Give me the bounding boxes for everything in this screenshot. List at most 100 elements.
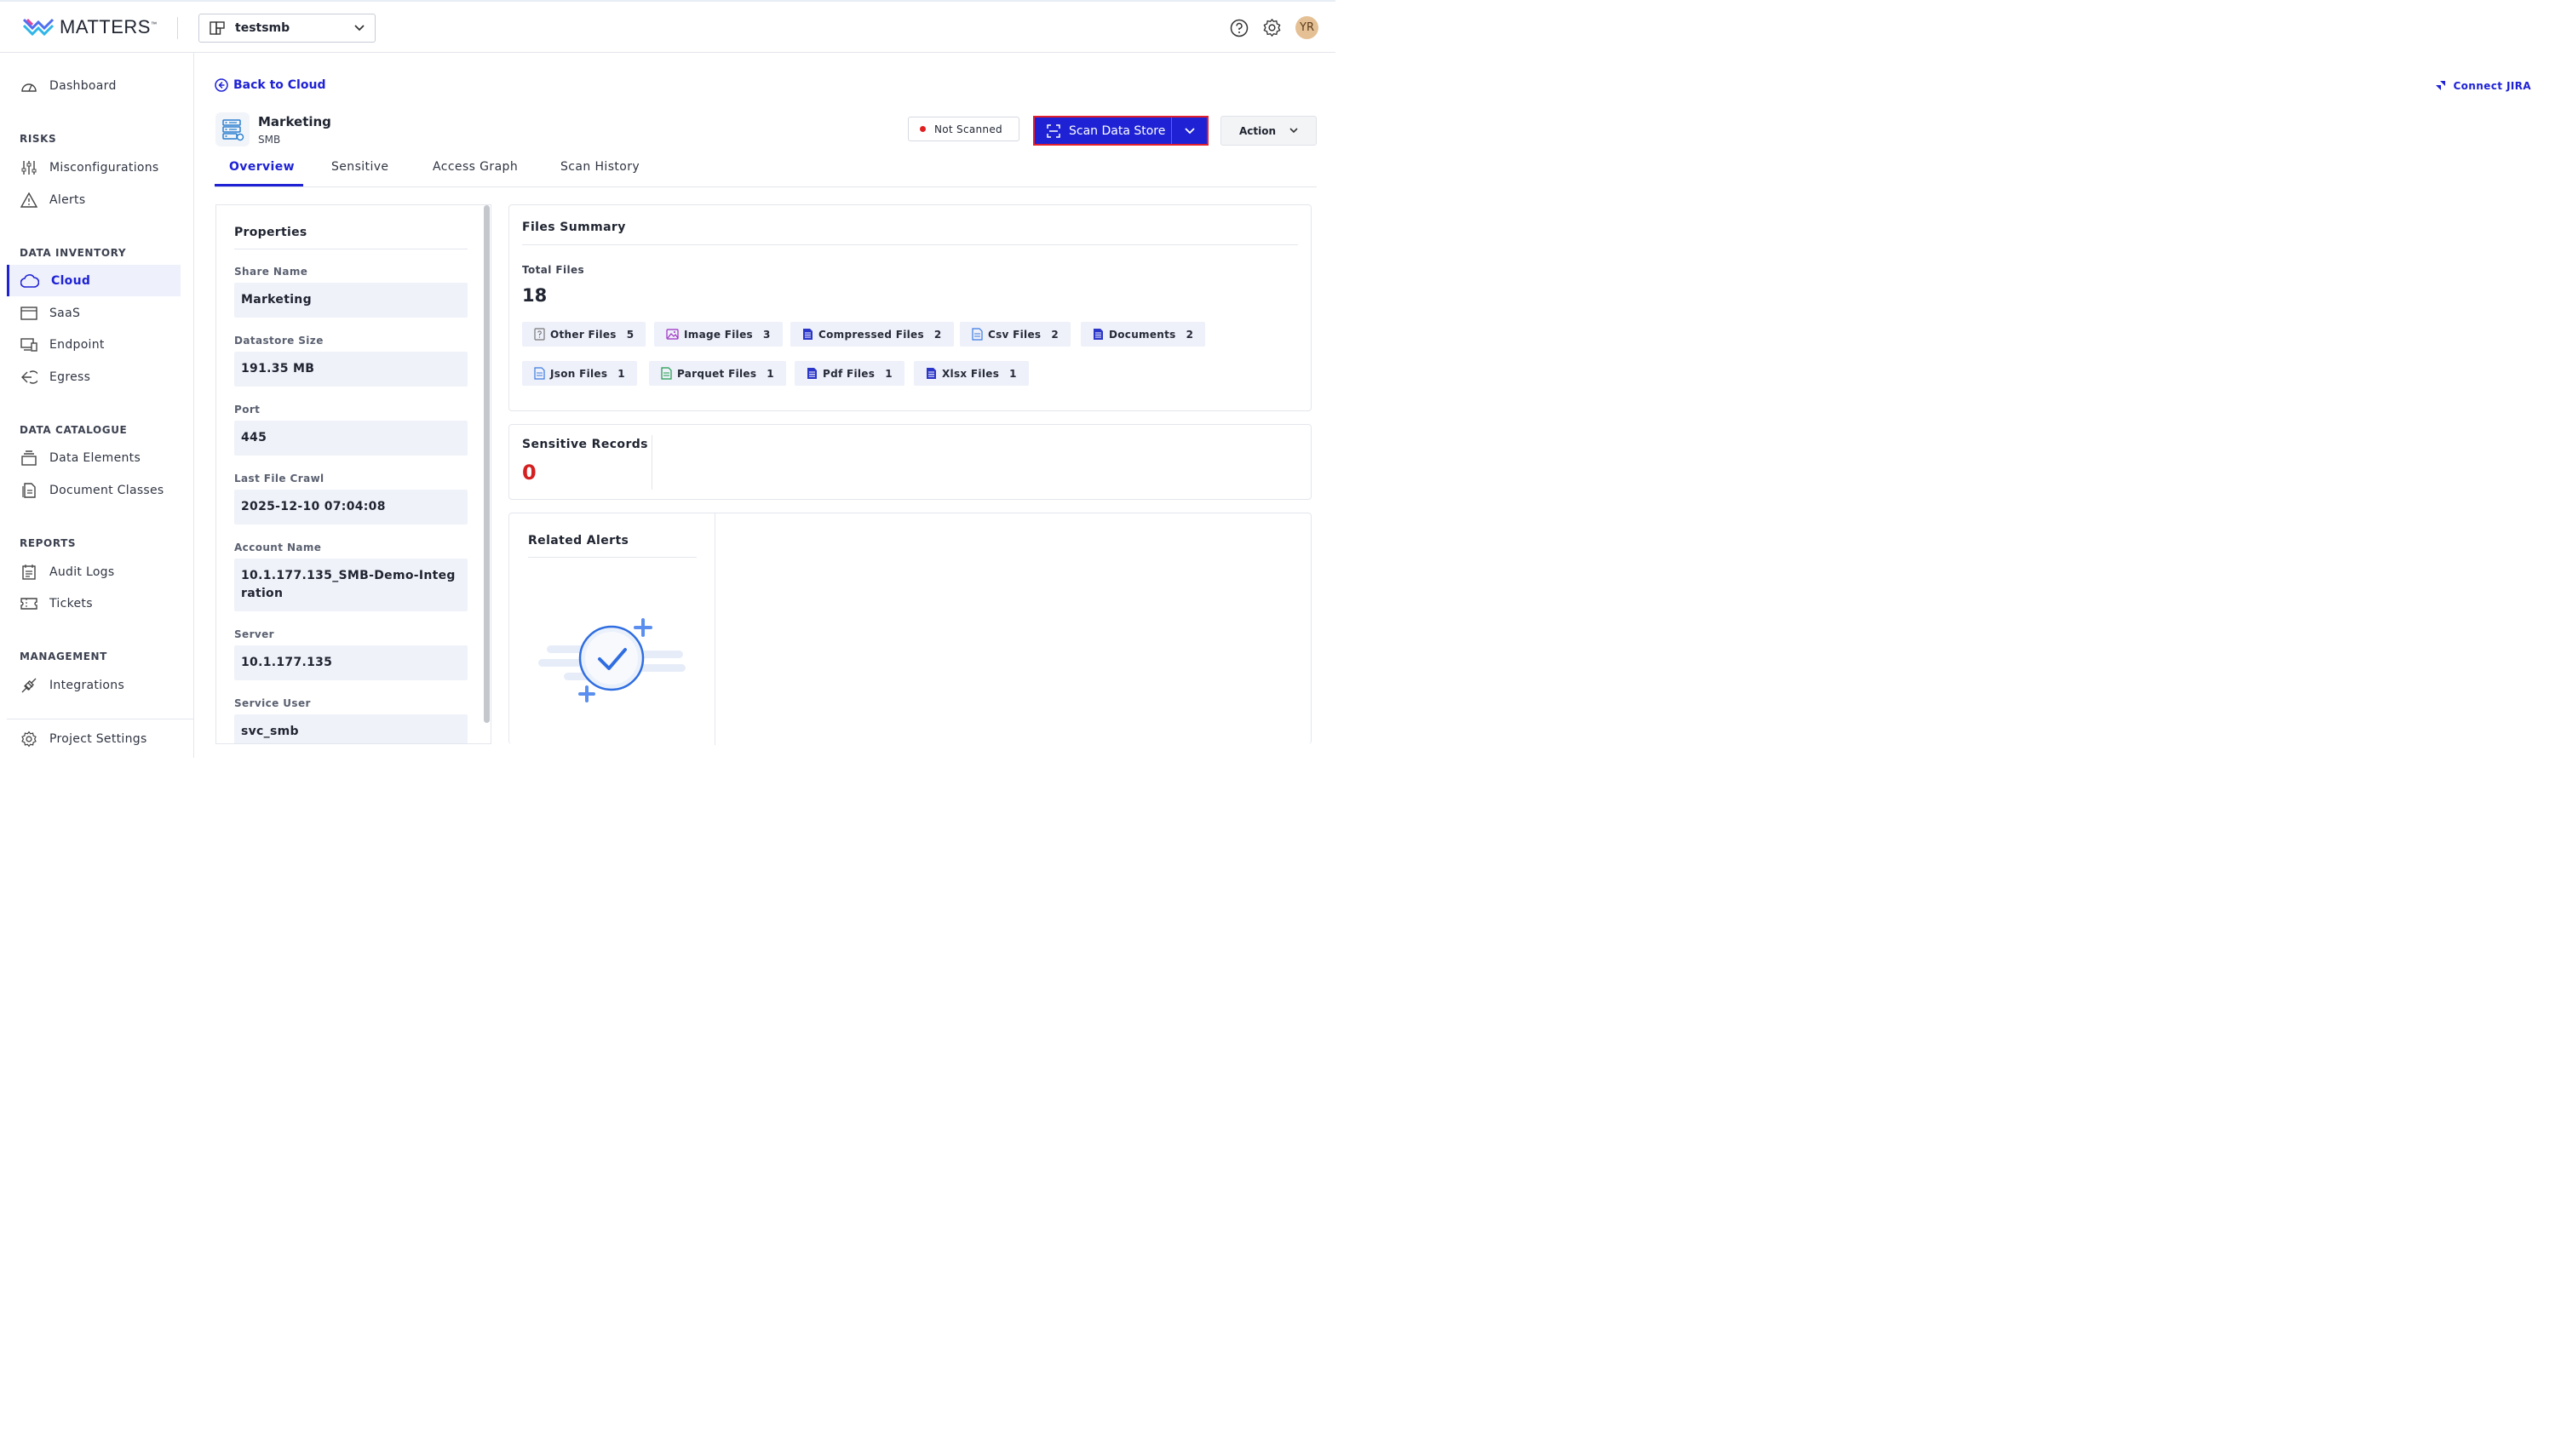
sidebar-item-label: Misconfigurations	[49, 160, 159, 175]
scan-data-store-button-group: Scan Data Store	[1033, 116, 1209, 146]
gauge-icon	[21, 83, 37, 92]
gear-icon[interactable]	[1262, 18, 1282, 37]
total-files-label: Total Files	[522, 264, 585, 276]
sidebar-item-dashboard[interactable]: Dashboard	[7, 70, 181, 101]
action-button-label: Action	[1238, 124, 1277, 137]
sidebar-item-egress[interactable]: Egress	[7, 361, 181, 393]
sidebar-item-cloud[interactable]: Cloud	[7, 265, 181, 296]
server-database-icon	[222, 119, 244, 141]
related-alerts-divider	[528, 557, 697, 558]
sidebar-item-label: Document Classes	[49, 483, 164, 497]
sidebar-item-label: Endpoint	[49, 337, 105, 352]
connect-jira-label: Connect JIRA	[2453, 80, 2531, 92]
calendar-list-icon	[22, 564, 36, 580]
sidebar-item-label: Egress	[49, 370, 91, 384]
plug-icon	[21, 678, 37, 692]
sensitive-records-title: Sensitive Records	[522, 438, 648, 451]
datastore-icon	[215, 112, 250, 146]
brand-name: MATTERS™	[60, 16, 158, 37]
sidebar-item-misconfigurations[interactable]: Misconfigurations	[7, 152, 181, 183]
property-value: 2025-12-10 07:04:08	[234, 490, 468, 525]
property-label: Last File Crawl	[234, 473, 324, 484]
parquet-file-icon	[661, 367, 672, 380]
action-button[interactable]: Action	[1220, 116, 1317, 146]
nav-heading-reports: REPORTS	[20, 537, 77, 549]
stack-icon	[21, 450, 37, 466]
scan-data-store-button[interactable]: Scan Data Store	[1035, 118, 1171, 144]
datastore-name: Marketing	[258, 114, 331, 129]
ticket-icon	[20, 597, 37, 610]
property-value: 191.35 MB	[234, 352, 468, 387]
property-label: Server	[234, 628, 274, 640]
properties-scrollbar[interactable]	[484, 205, 490, 723]
top-bar: MATTERS™ testsmb YR	[0, 0, 1335, 53]
sidebar-item-tickets[interactable]: Tickets	[7, 588, 181, 619]
nav-heading-risks: RISKS	[20, 133, 57, 145]
property-value: 445	[234, 421, 468, 456]
property-label: Datastore Size	[234, 335, 324, 347]
scan-status-badge: Not Scanned	[908, 117, 1019, 141]
image-file-icon	[666, 329, 679, 340]
scan-button-label: Scan Data Store	[1069, 123, 1166, 138]
scan-frame-icon	[1047, 123, 1060, 138]
help-icon[interactable]	[1230, 19, 1249, 37]
sidebar-item-document-classes[interactable]: Document Classes	[7, 474, 181, 506]
file-type-chip[interactable]: Compressed Files 2	[790, 322, 954, 347]
file-type-chip[interactable]: Documents 2	[1081, 322, 1206, 347]
project-selector[interactable]: testsmb	[198, 14, 376, 43]
file-type-chip[interactable]: Xlsx Files 1	[914, 361, 1029, 386]
browser-window-icon	[20, 306, 37, 320]
devices-icon	[20, 337, 37, 352]
compressed-file-icon	[803, 329, 813, 340]
file-type-chip[interactable]: Csv Files 2	[960, 322, 1071, 347]
jira-icon	[2436, 81, 2446, 90]
warning-icon	[20, 192, 37, 208]
egress-icon	[21, 370, 37, 384]
header-divider	[177, 17, 178, 39]
sensitive-records-count: 0	[522, 461, 537, 484]
sidebar-item-endpoint[interactable]: Endpoint	[7, 329, 181, 360]
documents-icon	[22, 482, 36, 498]
file-type-chip[interactable]: Other Files 5	[522, 322, 646, 347]
sidebar-item-saas[interactable]: SaaS	[7, 297, 181, 329]
property-value: svc_smb	[234, 714, 468, 743]
file-type-chip[interactable]: Image Files 3	[654, 322, 783, 347]
file-type-chip[interactable]: Pdf Files 1	[795, 361, 904, 386]
question-file-icon	[534, 328, 545, 341]
datastore-type: SMB	[258, 134, 281, 146]
json-file-icon	[534, 367, 545, 380]
cloud-icon	[20, 273, 39, 288]
sensitive-records-card: Sensitive Records 0	[508, 424, 1312, 500]
pdf-file-icon	[807, 368, 817, 379]
sidebar-item-alerts[interactable]: Alerts	[7, 184, 181, 215]
tab-access-graph[interactable]: Access Graph	[433, 160, 518, 174]
property-label: Service User	[234, 697, 311, 709]
tab-sensitive[interactable]: Sensitive	[331, 160, 388, 174]
sidebar-item-audit-logs[interactable]: Audit Logs	[7, 556, 181, 588]
document-file-icon	[1094, 329, 1103, 340]
nav-heading-data-catalogue: DATA CATALOGUE	[20, 424, 128, 436]
status-dot-icon	[920, 126, 926, 132]
sidebar-item-label: Cloud	[51, 273, 91, 288]
scan-status-label: Not Scanned	[934, 123, 1002, 135]
tab-overview[interactable]: Overview	[229, 160, 295, 174]
grid-icon	[210, 21, 225, 35]
connect-jira-link[interactable]: Connect JIRA	[2434, 80, 2531, 92]
related-alerts-area: Related Alerts	[508, 513, 1312, 745]
sidebar-item-data-elements[interactable]: Data Elements	[7, 442, 181, 473]
scan-options-dropdown[interactable]	[1171, 118, 1207, 144]
sidebar: Dashboard RISKS Misconfigurations Alerts…	[0, 53, 194, 758]
tab-scan-history[interactable]: Scan History	[560, 160, 640, 174]
avatar[interactable]: YR	[1295, 16, 1318, 39]
brand-logo[interactable]: MATTERS™	[22, 16, 157, 38]
sidebar-item-integrations[interactable]: Integrations	[7, 669, 181, 701]
back-link-label: Back to Cloud	[233, 78, 326, 92]
back-to-cloud-link[interactable]: Back to Cloud	[215, 78, 325, 92]
arrow-left-circle-icon	[215, 78, 228, 92]
properties-panel: Properties Share Name Marketing Datastor…	[215, 204, 491, 744]
nav-heading-data-inventory: DATA INVENTORY	[20, 247, 127, 259]
file-type-chip[interactable]: Parquet Files 1	[649, 361, 786, 386]
sidebar-item-label: SaaS	[49, 306, 81, 320]
file-type-chip[interactable]: Json Files 1	[522, 361, 637, 386]
sidebar-item-project-settings[interactable]: Project Settings	[7, 723, 181, 754]
